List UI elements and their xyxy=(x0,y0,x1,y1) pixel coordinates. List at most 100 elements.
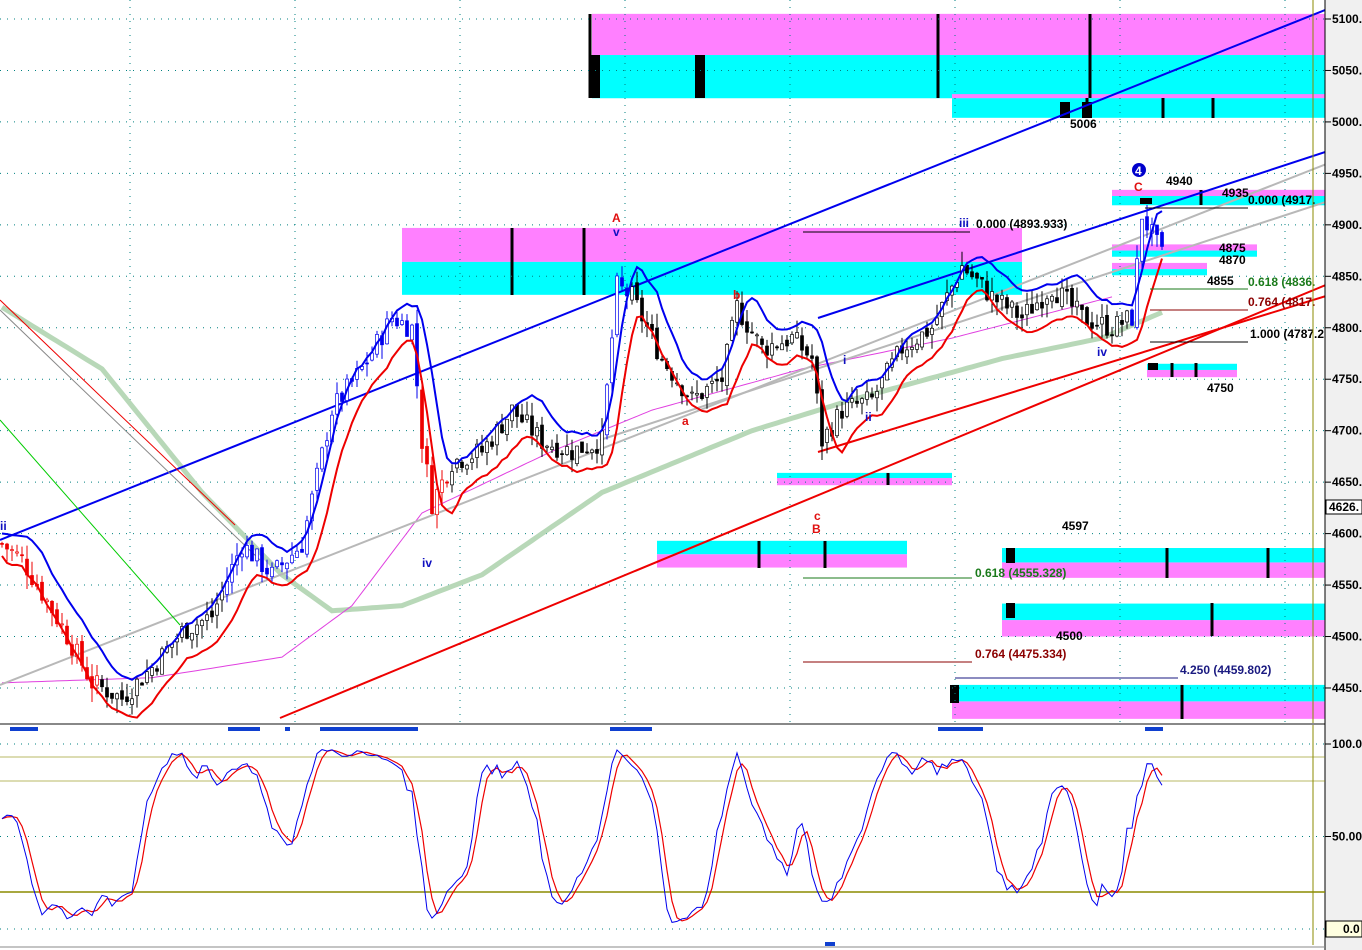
candle-body xyxy=(1045,298,1049,305)
candle-body xyxy=(600,430,604,456)
axis-label: 5050. xyxy=(1332,63,1362,77)
candle-body xyxy=(500,424,504,434)
price-label: 4855 xyxy=(1207,274,1234,288)
candle-body xyxy=(735,300,739,323)
candle-body xyxy=(725,344,729,386)
candle-body xyxy=(285,562,289,570)
candle-body xyxy=(0,543,4,545)
candle-body xyxy=(365,362,369,365)
candle-body xyxy=(770,343,774,356)
candle-body xyxy=(790,334,794,344)
candle-body xyxy=(700,393,704,399)
candle-body xyxy=(1105,314,1109,336)
candle-body xyxy=(835,409,839,437)
fib-label: 0.764 (4817. xyxy=(1248,295,1315,309)
fib-label: 4.250 (4459.802) xyxy=(1180,663,1271,677)
zone-cyan xyxy=(657,540,907,555)
candle-body xyxy=(145,671,149,683)
candle-body xyxy=(125,696,129,702)
price-label: 4597 xyxy=(1062,519,1089,533)
candle-body xyxy=(195,624,199,635)
candle-body xyxy=(110,692,114,699)
wave-label: iv xyxy=(1097,345,1107,359)
candle-body xyxy=(1025,304,1029,316)
candle-body xyxy=(1085,307,1089,326)
candle-body xyxy=(155,668,159,672)
candle-body xyxy=(435,489,439,516)
candle-body xyxy=(880,377,884,389)
candle-body xyxy=(120,690,124,700)
candle-body xyxy=(190,632,194,641)
wave-label: i xyxy=(843,353,846,367)
candle-body xyxy=(315,467,319,491)
wave-label: c xyxy=(814,509,821,523)
candle-body xyxy=(810,355,814,359)
candle-body xyxy=(290,554,294,564)
candle-body xyxy=(1120,320,1124,325)
candle-body xyxy=(660,358,664,361)
candle-body xyxy=(695,393,699,396)
candle-body xyxy=(1060,287,1064,307)
candle-body xyxy=(615,275,619,336)
candle-body xyxy=(1035,302,1039,311)
candle-body xyxy=(570,450,574,460)
signal-bar xyxy=(228,727,260,731)
wave-label: ii xyxy=(0,519,7,533)
signal-bar xyxy=(610,727,652,731)
candle-body xyxy=(480,445,484,453)
candle-body xyxy=(255,548,259,562)
candle-body xyxy=(630,286,634,301)
candle-body xyxy=(555,442,559,458)
axis-label: 4850. xyxy=(1332,269,1362,283)
candle-body xyxy=(870,393,874,398)
axis-label: 4900. xyxy=(1332,218,1362,232)
candle-body xyxy=(795,332,799,339)
candle-body xyxy=(560,453,564,456)
price-label: 4500 xyxy=(1056,629,1083,643)
zone-block xyxy=(1006,603,1015,618)
candle-body xyxy=(745,321,749,333)
candle-body xyxy=(1145,216,1149,231)
price-label: 4940 xyxy=(1166,174,1193,188)
candle-body xyxy=(460,461,464,468)
candle-body xyxy=(1040,301,1044,309)
zone-pink xyxy=(402,227,1022,262)
candle-body xyxy=(715,378,719,382)
candle-body xyxy=(1095,324,1099,327)
candle-body xyxy=(860,398,864,404)
fib-label: 0.000 (4893.933) xyxy=(976,217,1067,231)
candle-body xyxy=(280,562,284,566)
candle-body xyxy=(1010,301,1014,308)
price-label: 4870 xyxy=(1219,253,1246,267)
fib-label: 0.764 (4475.334) xyxy=(975,647,1066,661)
background xyxy=(0,0,1362,950)
candle-body xyxy=(910,347,914,350)
candle-body xyxy=(785,339,789,347)
candle-body xyxy=(95,675,99,686)
candle-body xyxy=(980,277,984,280)
zone-pink xyxy=(1147,369,1237,378)
candle-body xyxy=(1155,224,1159,235)
candle-body xyxy=(320,447,324,470)
wave-label: 4 xyxy=(1135,164,1142,178)
candle-body xyxy=(265,567,269,575)
candle-body xyxy=(295,550,299,558)
candle-body xyxy=(250,544,254,562)
candle-body xyxy=(780,343,784,351)
wave-label: b xyxy=(733,288,740,302)
osc-axis-label: 100.0 xyxy=(1332,737,1362,751)
candle-body xyxy=(205,614,209,621)
signal-bar xyxy=(10,727,38,731)
candle-body xyxy=(930,327,934,335)
candle-body xyxy=(105,687,109,698)
wave-label: ii xyxy=(865,410,872,424)
candle-body xyxy=(405,320,409,337)
candle-body xyxy=(135,678,139,697)
wave-label: v xyxy=(613,225,620,239)
candle-body xyxy=(620,277,624,287)
candle-body xyxy=(905,349,909,358)
zone-cyan xyxy=(402,261,1022,295)
candle-body xyxy=(610,337,614,384)
axis-label: 4800. xyxy=(1332,321,1362,335)
candle-body xyxy=(635,282,639,301)
